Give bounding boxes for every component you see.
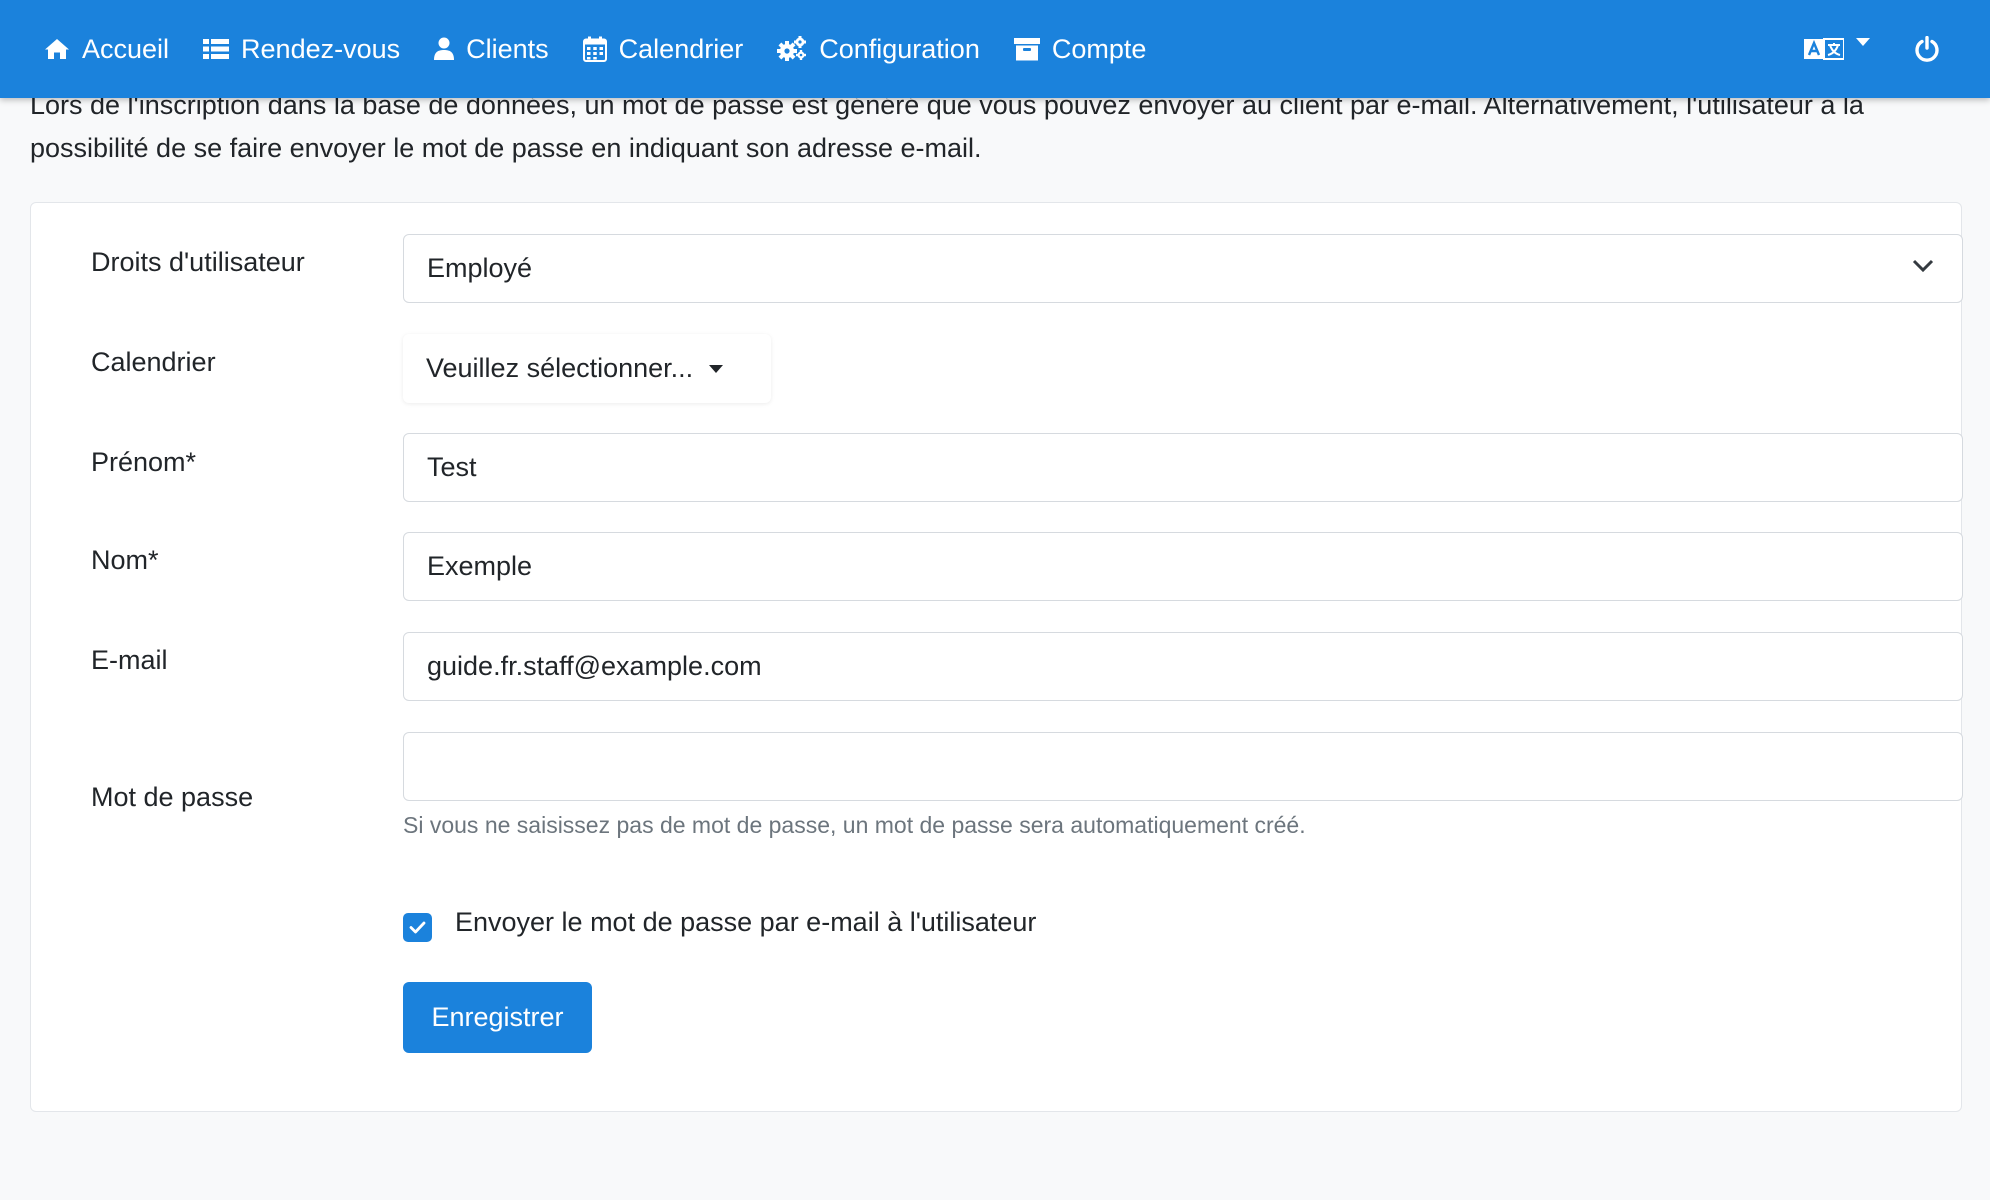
home-icon	[45, 39, 69, 59]
user-icon	[434, 37, 455, 60]
rights-value: Employé	[427, 253, 533, 283]
language-icon	[1804, 38, 1844, 60]
calendar-label: Calendrier	[91, 347, 216, 377]
send-password-label[interactable]: Envoyer le mot de passe par e-mail à l'u…	[455, 907, 1036, 938]
firstname-input[interactable]: Test	[403, 433, 1963, 502]
user-form-card: Droits d'utilisateur Employé Calendrier …	[30, 202, 1963, 1112]
checkmark-icon	[409, 921, 426, 934]
nav-item-label: Clients	[466, 33, 549, 64]
nav-menu: Accueil Rendez-vous Clients Calendrier C…	[44, 34, 1180, 65]
password-input[interactable]	[403, 732, 1963, 801]
email-input[interactable]: guide.fr.staff@example.com	[403, 632, 1963, 701]
lastname-input[interactable]: Exemple	[403, 532, 1963, 601]
nav-item-calendrier[interactable]: Calendrier	[582, 33, 744, 65]
archive-icon	[1013, 38, 1040, 61]
email-label: E-mail	[91, 645, 168, 675]
save-button[interactable]: Enregistrer	[403, 982, 592, 1053]
nav-item-label: Accueil	[82, 33, 170, 64]
send-password-checkbox[interactable]	[403, 913, 432, 942]
nav-item-compte[interactable]: Compte	[1013, 33, 1147, 65]
list-icon	[203, 39, 230, 59]
lastname-label: Nom*	[91, 545, 159, 575]
lastname-value: Exemple	[427, 551, 533, 581]
rights-select[interactable]: Employé	[403, 234, 1963, 303]
cogs-icon	[777, 36, 807, 61]
email-value: guide.fr.staff@example.com	[427, 651, 762, 681]
caret-down-icon	[709, 364, 724, 373]
top-navbar: Accueil Rendez-vous Clients Calendrier C…	[0, 0, 1990, 98]
logout-button[interactable]	[1914, 36, 1940, 62]
caret-down-icon	[1856, 38, 1870, 46]
language-dropdown[interactable]	[1804, 37, 1870, 61]
nav-item-clients[interactable]: Clients	[434, 34, 549, 65]
firstname-value: Test	[427, 452, 477, 482]
chevron-down-icon	[1912, 259, 1934, 273]
nav-item-accueil[interactable]: Accueil	[44, 34, 169, 65]
power-icon	[1915, 36, 1939, 62]
calendar-icon	[582, 36, 607, 62]
nav-right	[1804, 0, 1990, 98]
nav-item-rendez-vous[interactable]: Rendez-vous	[203, 34, 400, 65]
password-label: Mot de passe	[91, 782, 254, 812]
nav-item-label: Rendez-vous	[241, 33, 401, 64]
nav-item-label: Compte	[1051, 33, 1147, 64]
nav-item-label: Calendrier	[618, 33, 744, 64]
nav-item-configuration[interactable]: Configuration	[777, 34, 980, 65]
nav-item-label: Configuration	[819, 33, 980, 64]
calendar-value: Veuillez sélectionner...	[426, 353, 694, 383]
rights-label: Droits d'utilisateur	[91, 247, 305, 277]
firstname-label: Prénom*	[91, 447, 197, 477]
password-help-text: Si vous ne saisissez pas de mot de passe…	[403, 812, 1306, 838]
calendar-dropdown[interactable]: Veuillez sélectionner...	[403, 334, 771, 403]
